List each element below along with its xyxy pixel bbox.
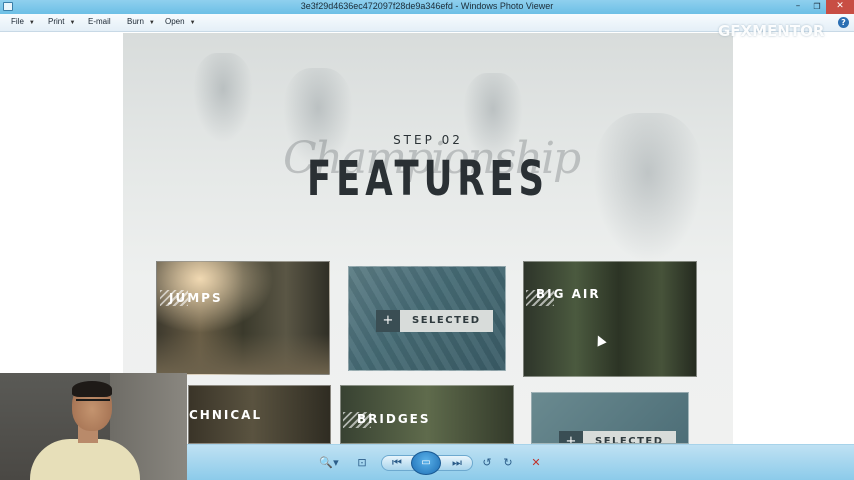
plus-icon: +	[559, 431, 583, 443]
plus-icon: +	[376, 310, 400, 332]
card-technical-label: CHNICAL	[189, 408, 263, 422]
selected-label: SELECTED	[583, 431, 676, 443]
zoom-icon[interactable]: 🔍▾	[319, 456, 339, 470]
restore-button[interactable]: ❐	[806, 0, 828, 14]
print-menu-label: Print	[48, 17, 65, 26]
card-big-air-label: BIG AIR	[536, 287, 601, 301]
chevron-down-icon: ▼	[28, 20, 35, 26]
presenter-hair	[72, 381, 112, 397]
displayed-image: Championship STEP 02 FEATURES JUMPS + SE…	[123, 33, 733, 444]
card-jumps: JUMPS	[156, 261, 330, 375]
file-menu[interactable]: File ▼	[11, 17, 35, 30]
burn-menu-label: Burn	[127, 17, 144, 26]
selected-badge: + SELECTED	[376, 310, 493, 332]
open-menu-label: Open	[165, 17, 185, 26]
slideshow-button[interactable]: ▭	[411, 451, 441, 475]
chevron-down-icon: ▼	[189, 20, 196, 26]
actual-size-icon[interactable]: ⊡	[355, 456, 369, 470]
delete-icon[interactable]: ✕	[529, 456, 543, 470]
print-menu[interactable]: Print ▼	[48, 17, 75, 30]
file-menu-label: File	[11, 17, 24, 26]
selected-badge: + SELECTED	[559, 431, 676, 443]
card-selected: + SELECTED	[348, 266, 506, 371]
close-button[interactable]: ✕	[826, 0, 854, 14]
email-menu[interactable]: E-mail	[88, 17, 111, 30]
window-title: 3e3f29d4636ec472097f28de9a346efd - Windo…	[300, 1, 554, 11]
gfxmentor-logo: GFXMENTOR	[718, 22, 825, 40]
card-selected-2: + SELECTED	[531, 392, 689, 444]
next-icon[interactable]: ⏭	[449, 456, 465, 470]
chevron-down-icon: ▼	[69, 20, 76, 26]
rotate-clockwise-icon[interactable]: ↻	[501, 456, 515, 470]
previous-icon[interactable]: ⏮	[389, 456, 405, 470]
card-jumps-label: JUMPS	[169, 291, 223, 305]
card-bridges-label: BRIDGES	[357, 412, 431, 426]
presenter-glasses	[76, 399, 110, 407]
selected-label: SELECTED	[400, 310, 493, 332]
rotate-counterclockwise-icon[interactable]: ↺	[480, 456, 494, 470]
step-label: STEP 02	[393, 133, 463, 147]
bottom-toolbar: 🔍▾ ⊡ ⏮ ▭ ⏭ ↺ ↻ ✕	[187, 444, 854, 480]
open-menu[interactable]: Open ▼	[165, 17, 196, 30]
photo-viewer-window: 3e3f29d4636ec472097f28de9a346efd - Windo…	[0, 0, 854, 480]
features-heading: FEATURES	[306, 151, 549, 207]
email-menu-label: E-mail	[88, 17, 111, 26]
card-bridges: BRIDGES	[340, 385, 514, 444]
card-technical: CHNICAL	[188, 385, 331, 444]
burn-menu[interactable]: Burn ▼	[127, 17, 155, 30]
card-big-air: BIG AIR	[523, 261, 697, 377]
title-bar: 3e3f29d4636ec472097f28de9a346efd - Windo…	[0, 0, 854, 14]
webcam-overlay	[0, 373, 187, 480]
chevron-down-icon: ▼	[148, 20, 155, 26]
background-rider	[193, 53, 253, 143]
help-icon[interactable]: ?	[838, 17, 849, 28]
